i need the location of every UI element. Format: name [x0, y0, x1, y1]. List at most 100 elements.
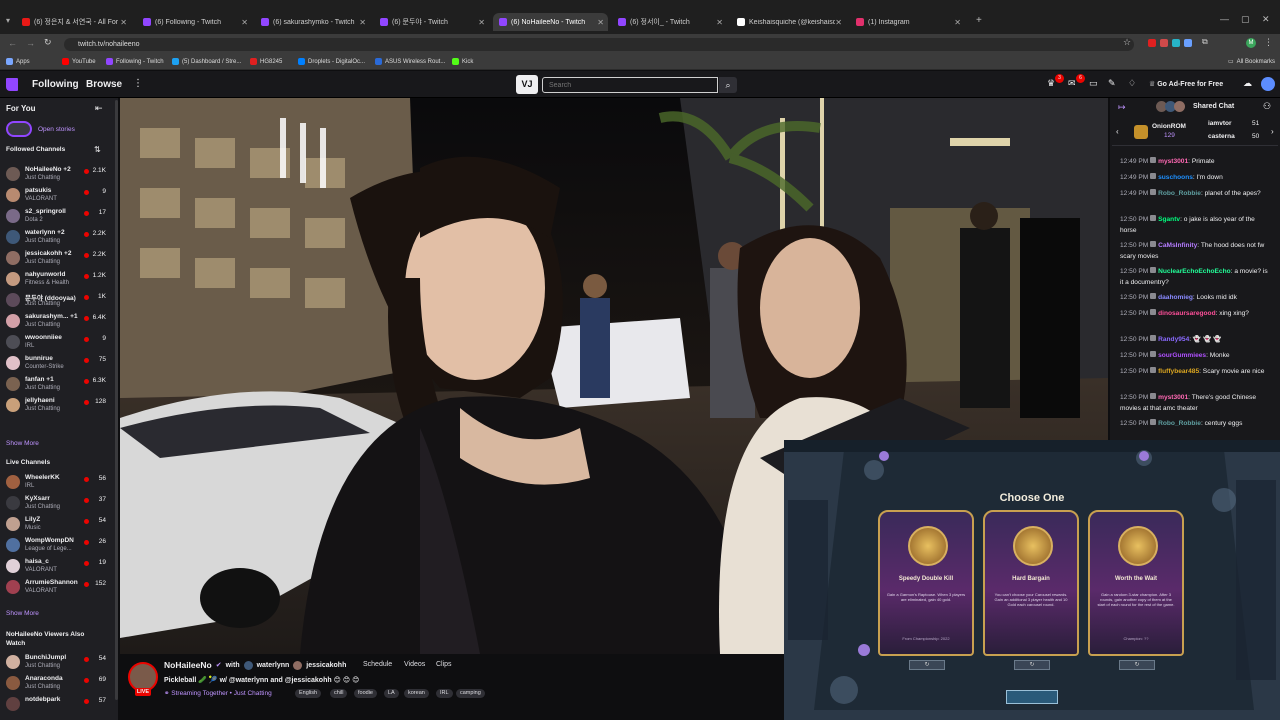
browser-tab[interactable]: (6) 문두야 - Twitch ✕: [374, 13, 489, 31]
search-input[interactable]: [542, 77, 718, 93]
chat-message[interactable]: 12:50 PM fluffybear485: Scary movie are …: [1120, 367, 1272, 378]
bookmark-star-icon[interactable]: ☆: [1123, 37, 1131, 48]
sidebar-channel[interactable]: nahyunworld Fitness & Health 1.2K: [0, 269, 118, 290]
stories-avatar[interactable]: [6, 121, 32, 137]
hide-augments-button[interactable]: [1006, 690, 1058, 704]
reload-icon[interactable]: ↻: [44, 37, 52, 48]
chat-users-icon[interactable]: ⚇: [1263, 101, 1271, 112]
sidebar-channel[interactable]: s2_springroll Dota 2 17: [0, 206, 118, 227]
close-window-icon[interactable]: ✕: [1262, 14, 1270, 25]
chat-username[interactable]: Robo_Robbie: [1158, 190, 1201, 197]
sidebar-channel[interactable]: waterlynn +2 Just Chatting 2.2K: [0, 227, 118, 248]
stream-tag[interactable]: IRL: [436, 689, 453, 698]
collapse-sidebar-icon[interactable]: ⇤: [95, 103, 103, 114]
chat-message[interactable]: 12:50 PM Sgantv: o jake is also year of …: [1120, 215, 1272, 236]
user-avatar[interactable]: [1261, 77, 1275, 91]
inbox-icon[interactable]: ✉: [1068, 78, 1076, 89]
bookmark-item[interactable]: Droplets - DigitalOc...: [298, 58, 365, 65]
close-tab-icon[interactable]: ✕: [597, 18, 604, 27]
sidebar-channel[interactable]: WheelerKK IRL 56: [0, 472, 118, 493]
augment-card[interactable]: Speedy Double Kill Gain a Garmon's Raptou…: [878, 510, 974, 656]
extension-icon[interactable]: [1172, 39, 1180, 47]
browser-tab[interactable]: (1) Instagram ✕: [850, 13, 965, 31]
chat-username[interactable]: Robo_Robbie: [1158, 420, 1201, 427]
browser-tab[interactable]: Keishaisquiche (@keishaisquiche✕: [731, 13, 846, 31]
chat-username[interactable]: sourGummiees: [1158, 352, 1206, 359]
chat-username[interactable]: dinosaursaregood: [1158, 310, 1216, 317]
sidebar-channel[interactable]: BunchiJumpl Just Chatting 54: [0, 652, 118, 673]
chat-username[interactable]: Randy954: [1158, 336, 1189, 343]
sidebar-channel[interactable]: ArrumieShannon VALORANT 152: [0, 577, 118, 598]
all-bookmarks[interactable]: ▭ All Bookmarks: [1228, 58, 1275, 66]
chat-message[interactable]: 12:50 PM dinosaursaregood: xing xing?: [1120, 309, 1272, 320]
close-tab-icon[interactable]: ✕: [954, 18, 961, 27]
close-tab-icon[interactable]: ✕: [478, 18, 485, 27]
close-tab-icon[interactable]: ✕: [120, 18, 127, 27]
chat-username[interactable]: myst3001: [1158, 158, 1188, 165]
chat-username[interactable]: daahomieg: [1158, 294, 1193, 301]
show-more-live[interactable]: Show More: [6, 610, 39, 617]
chat-message[interactable]: 12:50 PM CaMsInfinity: The hood does not…: [1120, 241, 1272, 262]
chat-username[interactable]: CaMsInfinity: [1158, 242, 1197, 249]
collab-waterlynn[interactable]: waterlynn: [257, 662, 290, 669]
close-tab-icon[interactable]: ✕: [835, 18, 842, 27]
stream-tag[interactable]: camping: [456, 689, 485, 698]
tab-videos[interactable]: Videos: [404, 661, 425, 668]
bookmark-item[interactable]: Following - Twitch: [106, 58, 164, 65]
puzzle-icon[interactable]: ⧉: [1202, 37, 1208, 47]
extension-icon[interactable]: ✎: [1108, 78, 1116, 89]
sidebar-channel[interactable]: sakurashym... +1 Just Chatting 6.4K: [0, 311, 118, 332]
browser-tab[interactable]: (6) sakurashymko - Twitch ✕: [255, 13, 370, 31]
sidebar-channel[interactable]: haisa_c VALORANT 19: [0, 556, 118, 577]
minimize-icon[interactable]: —: [1220, 14, 1229, 24]
vj-logo-icon[interactable]: VJ: [516, 75, 538, 94]
close-tab-icon[interactable]: ✕: [359, 18, 366, 27]
chat-message[interactable]: 12:50 PM NuclearEchoEchoEcho: a movie? i…: [1120, 267, 1272, 288]
chat-message[interactable]: 12:49 PM myst3001: Primate: [1120, 157, 1272, 168]
extension-icon[interactable]: [1148, 39, 1156, 47]
channel-name[interactable]: NoHaileeNo: [164, 660, 212, 670]
augment-card[interactable]: Worth the Wait Gain a random 3-star champ…: [1088, 510, 1184, 656]
back-icon[interactable]: ←: [8, 38, 17, 48]
collab-jessicakohh[interactable]: jessicakohh: [306, 662, 346, 669]
new-tab-icon[interactable]: +: [976, 15, 982, 26]
sort-icon[interactable]: ⇅: [94, 145, 101, 154]
close-tab-icon[interactable]: ✕: [241, 18, 248, 27]
bookmark-item[interactable]: Kick: [452, 58, 473, 65]
search-button[interactable]: ⌕: [719, 77, 737, 93]
sidebar-channel[interactable]: notdebpark 57: [0, 694, 118, 715]
browser-tab[interactable]: (6) Following - Twitch ✕: [137, 13, 252, 31]
maximize-icon[interactable]: ▢: [1241, 14, 1250, 25]
augment-card[interactable]: Hard Bargain You can't choose your Carous…: [983, 510, 1079, 656]
nav-following[interactable]: Following: [32, 79, 79, 90]
reroll-button[interactable]: ↻: [1014, 660, 1050, 670]
bookmark-item[interactable]: (5) Dashboard / Stre...: [172, 58, 241, 65]
prime-crown-icon[interactable]: ♢: [1128, 78, 1136, 89]
sidebar-channel[interactable]: Anaraconda Just Chatting 69: [0, 673, 118, 694]
sidebar-channel[interactable]: KyXsarr Just Chatting 37: [0, 493, 118, 514]
extension-icon[interactable]: [1160, 39, 1168, 47]
browser-tab[interactable]: (6) NoHaileeNo - Twitch ✕: [493, 13, 608, 31]
crown-icon[interactable]: ♛: [1047, 78, 1055, 89]
chat-message[interactable]: 12:49 PM Robo_Robbie: planet of the apes…: [1120, 189, 1272, 200]
stream-tag[interactable]: LA: [384, 689, 399, 698]
url-field[interactable]: twitch.tv/nohaileeno: [64, 38, 1134, 51]
chat-username[interactable]: fluffybear485: [1158, 368, 1199, 375]
sidebar-channel[interactable]: NoHaileeNo +2 Just Chatting 2.1K: [0, 164, 118, 185]
chat-username[interactable]: myst3001: [1158, 394, 1188, 401]
stream-tag[interactable]: foodie: [354, 689, 377, 698]
stream-tag[interactable]: English: [295, 689, 322, 698]
sidebar-channel[interactable]: jessicakohh +2 Just Chatting 2.2K: [0, 248, 118, 269]
sidebar-channel[interactable]: fanfan +1 Just Chatting 6.3K: [0, 374, 118, 395]
chat-username[interactable]: NuclearEchoEchoEcho: [1158, 268, 1231, 275]
chat-username[interactable]: suschoons: [1158, 174, 1193, 181]
extension-icon[interactable]: [1184, 39, 1192, 47]
sidebar-channel[interactable]: jellyhaeni Just Chatting 128: [0, 395, 118, 416]
bookmark-item[interactable]: YouTube: [62, 58, 96, 65]
close-tab-icon[interactable]: ✕: [716, 18, 723, 27]
chat-message[interactable]: 12:50 PM Randy954: 👻 👻 👻: [1120, 335, 1272, 346]
forward-icon[interactable]: →: [26, 38, 35, 48]
stream-tag[interactable]: chill: [330, 689, 348, 698]
reroll-button[interactable]: ↻: [1119, 660, 1155, 670]
collapse-chat-icon[interactable]: ↦: [1118, 102, 1126, 113]
